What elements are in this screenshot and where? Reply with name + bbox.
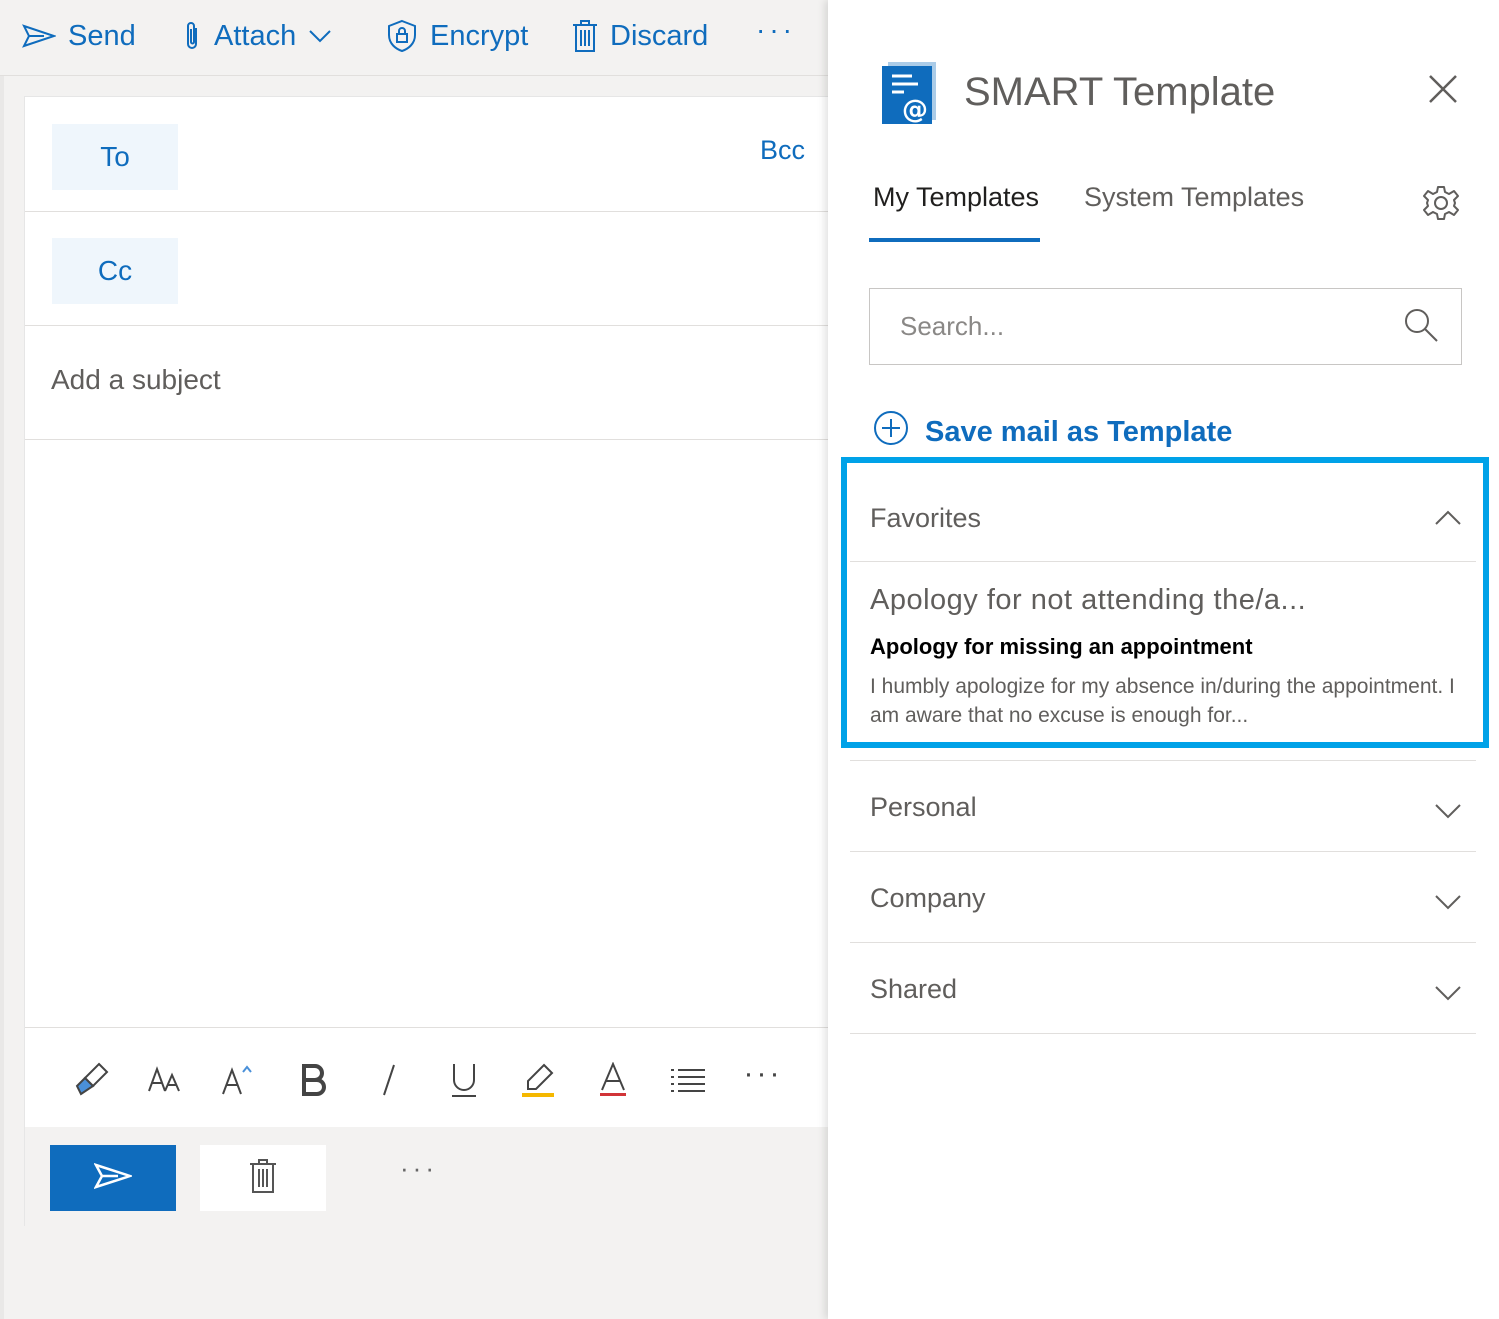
discard-button[interactable]: [200, 1145, 326, 1211]
chevron-down-icon[interactable]: [1434, 985, 1462, 1006]
close-icon[interactable]: [1428, 74, 1458, 104]
italic-icon[interactable]: [369, 1060, 409, 1100]
cc-button[interactable]: Cc: [52, 238, 178, 304]
section-personal[interactable]: Personal: [850, 760, 1476, 852]
chevron-down-icon[interactable]: [1434, 894, 1462, 915]
attach-toolbar-button[interactable]: Attach: [182, 14, 332, 58]
chevron-up-icon[interactable]: [1434, 510, 1462, 531]
discard-label: Discard: [610, 19, 709, 52]
send-button[interactable]: [50, 1145, 176, 1211]
search-icon[interactable]: [1403, 307, 1439, 348]
subject-field[interactable]: Add a subject: [25, 326, 829, 440]
encrypt-label: Encrypt: [430, 19, 529, 52]
cc-row: Cc: [25, 212, 829, 326]
trash-icon: [572, 19, 598, 53]
subject-placeholder: Add a subject: [51, 364, 221, 395]
send-toolbar-button[interactable]: Send: [22, 14, 136, 58]
add-circle-icon: [873, 410, 909, 454]
bcc-button[interactable]: Bcc: [760, 135, 805, 166]
pane-title: SMART Template: [964, 70, 1276, 114]
left-edge-strip: [0, 76, 4, 1319]
underline-icon[interactable]: [444, 1060, 484, 1100]
section-favorites[interactable]: Favorites: [850, 472, 1476, 562]
section-company-label: Company: [870, 883, 986, 913]
discard-toolbar-button[interactable]: Discard: [572, 14, 708, 58]
section-shared[interactable]: Shared: [850, 943, 1476, 1034]
to-row: To Bcc: [25, 97, 829, 212]
paperclip-icon: [182, 20, 202, 52]
save-label: Save mail as Template: [925, 415, 1233, 448]
compose-form: To Bcc Cc Add a subject ··· ···: [24, 96, 829, 1227]
chevron-down-icon[interactable]: [1434, 803, 1462, 824]
send-icon: [93, 1162, 135, 1194]
encrypt-toolbar-button[interactable]: Encrypt: [386, 14, 528, 58]
send-icon: [22, 24, 56, 48]
smart-template-logo-icon: @: [882, 60, 938, 129]
send-label: Send: [68, 19, 136, 52]
save-mail-as-template-button[interactable]: Save mail as Template: [873, 410, 1232, 454]
template-subject: Apology for missing an appointment: [870, 634, 1253, 659]
template-search-box: [869, 288, 1462, 365]
tab-system-templates[interactable]: System Templates: [1084, 182, 1304, 213]
tab-my-templates[interactable]: My Templates: [873, 182, 1039, 213]
section-personal-label: Personal: [870, 792, 977, 822]
section-company[interactable]: Company: [850, 852, 1476, 943]
attach-label: Attach: [214, 19, 297, 52]
search-input[interactable]: [870, 289, 1390, 364]
compose-toolbar: Send Attach Encrypt Discard ···: [0, 0, 828, 76]
font-size-icon[interactable]: [145, 1060, 185, 1100]
highlight-icon[interactable]: [518, 1060, 558, 1100]
template-preview: I humbly apologize for my absence in/dur…: [870, 675, 1455, 727]
font-color-icon[interactable]: [593, 1060, 633, 1100]
chevron-down-icon[interactable]: [308, 29, 332, 43]
shield-lock-icon: [386, 19, 418, 53]
trash-icon: [249, 1158, 277, 1199]
format-more-button[interactable]: ···: [743, 1054, 783, 1094]
grow-font-icon[interactable]: [219, 1060, 259, 1100]
to-button[interactable]: To: [52, 124, 178, 190]
format-painter-icon[interactable]: [71, 1060, 111, 1100]
format-toolbar: ···: [25, 1027, 829, 1127]
active-tab-indicator: [869, 238, 1040, 242]
template-name: Apology for not attending the/a...: [870, 584, 1307, 616]
section-favorites-label: Favorites: [870, 503, 982, 533]
svg-text:@: @: [902, 95, 928, 124]
compose-action-bar: ···: [25, 1127, 829, 1227]
gear-icon[interactable]: [1422, 184, 1460, 227]
smart-template-pane: @ SMART Template My Templates System Tem…: [828, 0, 1499, 1319]
more-actions-button[interactable]: ···: [400, 1153, 438, 1184]
bold-icon[interactable]: [294, 1060, 334, 1100]
more-options-button[interactable]: ···: [756, 14, 796, 46]
bullets-icon[interactable]: [668, 1060, 708, 1100]
section-shared-label: Shared: [870, 974, 958, 1004]
